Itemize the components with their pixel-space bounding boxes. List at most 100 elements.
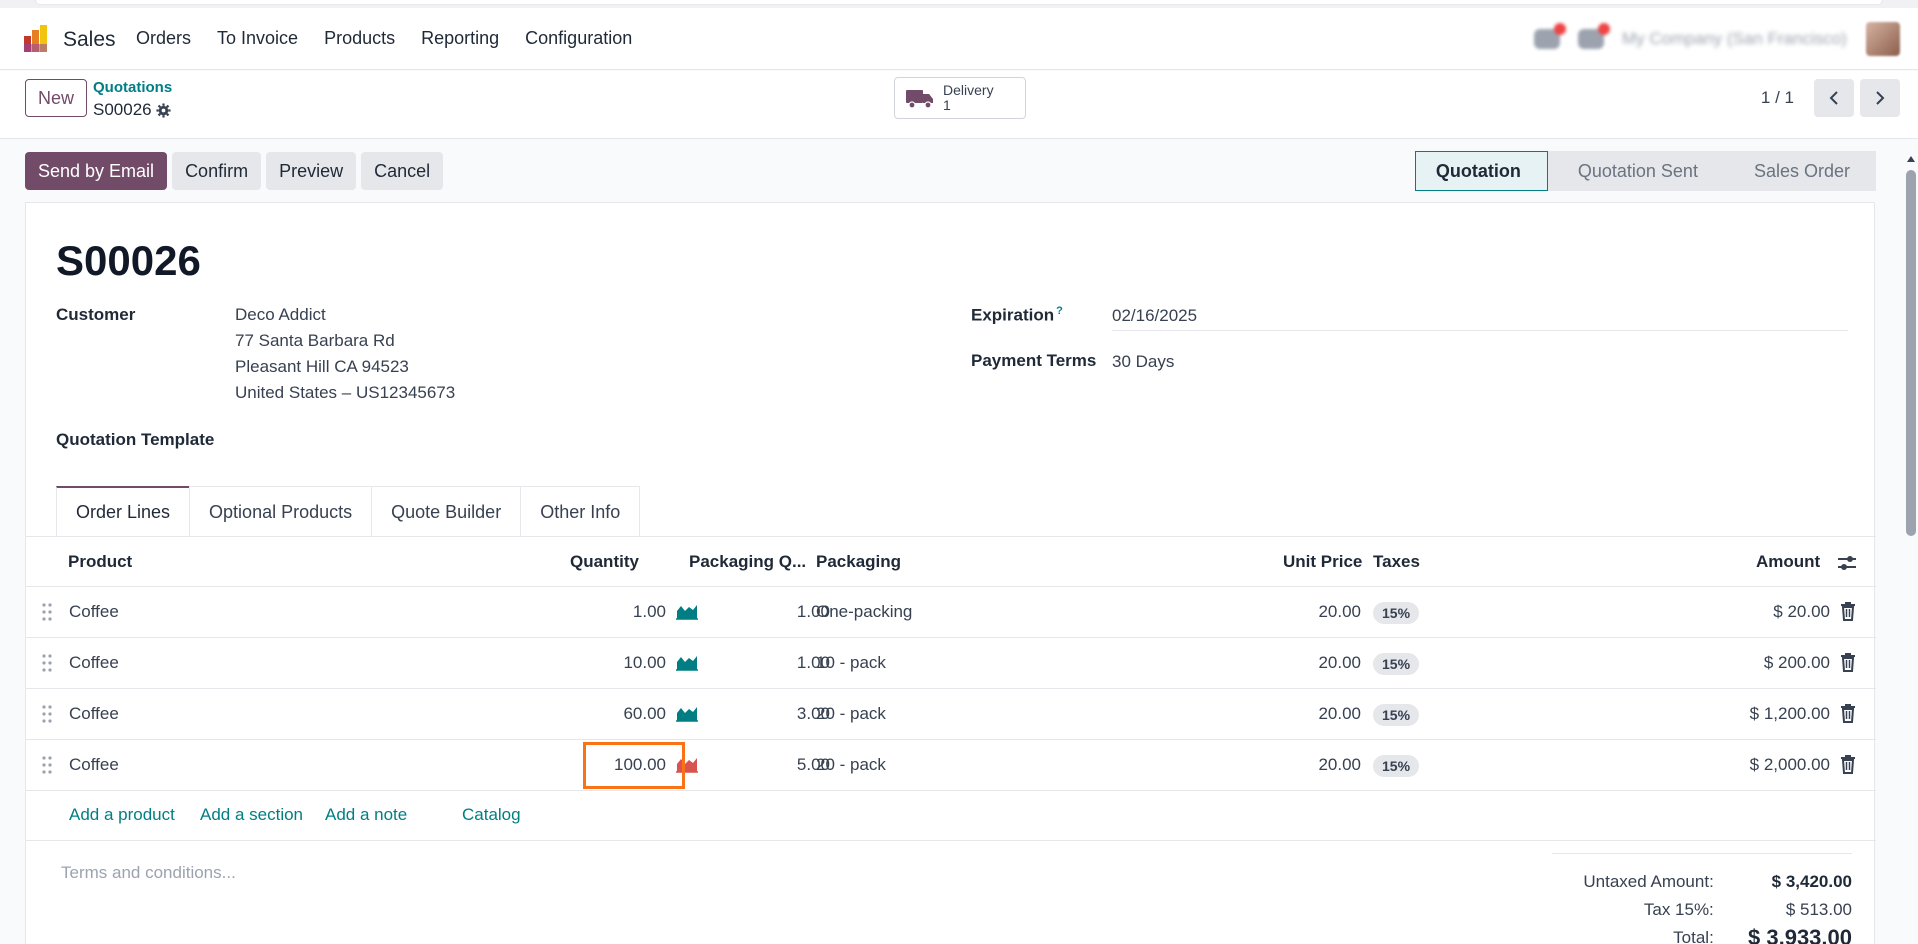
add-note-link[interactable]: Add a note (325, 805, 407, 825)
tax-badge[interactable]: 15% (1373, 755, 1420, 777)
cancel-button[interactable]: Cancel (361, 152, 444, 190)
stage-quotation-sent[interactable]: Quotation Sent (1547, 151, 1724, 191)
app-name[interactable]: Sales (63, 28, 116, 52)
tax-badge[interactable]: 15% (1373, 704, 1420, 726)
cell-product[interactable]: Coffee (69, 755, 119, 775)
pager-previous-button[interactable] (1814, 79, 1854, 117)
col-packaging-qty[interactable]: Packaging Q... (689, 552, 806, 572)
systray: My Company (San Francisco) (1534, 22, 1900, 56)
main-menu: Orders To Invoice Products Reporting Con… (136, 28, 658, 49)
add-line-row: Add a product Add a section Add a note C… (26, 791, 1876, 841)
cell-product[interactable]: Coffee (69, 602, 119, 622)
menu-configuration[interactable]: Configuration (525, 28, 632, 49)
stage-quotation[interactable]: Quotation (1414, 151, 1548, 191)
cell-packaging[interactable]: One-packing (816, 602, 912, 622)
cell-unit-price[interactable]: 20.00 (1236, 755, 1361, 775)
send-by-email-button[interactable]: Send by Email (25, 152, 168, 190)
cell-product[interactable]: Coffee (69, 653, 119, 673)
customer-field[interactable]: Deco Addict 77 Santa Barbara Rd Pleasant… (235, 302, 455, 406)
cell-quantity[interactable]: 60.00 (566, 704, 666, 724)
catalog-button[interactable]: Catalog (462, 805, 521, 825)
trash-icon[interactable] (1840, 754, 1856, 774)
gear-icon[interactable] (156, 102, 171, 118)
tax-badge[interactable]: 15% (1373, 602, 1420, 624)
sales-app-logo-icon[interactable] (22, 24, 52, 54)
forecast-chart-icon[interactable] (676, 602, 698, 620)
table-row[interactable]: Coffee 1.00 1.00 One-packing 20.00 15% $ 20.00 (26, 587, 1876, 638)
company-switcher[interactable]: My Company (San Francisco) (1622, 29, 1848, 49)
customer-name: Deco Addict (235, 305, 326, 324)
stage-sales-order[interactable]: Sales Order (1723, 151, 1876, 191)
col-amount[interactable]: Amount (1756, 552, 1820, 572)
tab-order-lines[interactable]: Order Lines (56, 486, 191, 537)
table-row[interactable]: Coffee 100.00 5.00 20 - pack 20.00 15% $ 2,000… (26, 740, 1876, 791)
add-product-link[interactable]: Add a product (69, 805, 175, 825)
col-packaging[interactable]: Packaging (816, 552, 901, 572)
forecast-chart-icon[interactable] (676, 653, 698, 671)
terms-and-conditions-field[interactable]: Terms and conditions... (61, 863, 236, 883)
tab-optional-products[interactable]: Optional Products (189, 486, 373, 537)
trash-icon[interactable] (1840, 652, 1856, 672)
add-section-link[interactable]: Add a section (200, 805, 303, 825)
delivery-smart-button[interactable]: Delivery 1 (894, 77, 1026, 119)
preview-button[interactable]: Preview (266, 152, 357, 190)
expiration-field[interactable]: 02/16/2025 (1112, 303, 1197, 329)
cell-packaging[interactable]: 10 - pack (816, 653, 886, 673)
cell-packaging-qty[interactable]: 1.00 (706, 653, 830, 673)
menu-reporting[interactable]: Reporting (421, 28, 499, 49)
table-row[interactable]: Coffee 10.00 1.00 10 - pack 20.00 15% $ 200.00 (26, 638, 1876, 689)
new-button[interactable]: New (25, 79, 87, 117)
cell-amount: $ 200.00 (1763, 653, 1830, 672)
cell-quantity[interactable]: 10.00 (566, 653, 666, 673)
user-avatar[interactable] (1866, 22, 1900, 56)
menu-orders[interactable]: Orders (136, 28, 191, 49)
tab-quote-builder[interactable]: Quote Builder (371, 486, 522, 537)
cell-unit-price[interactable]: 20.00 (1236, 602, 1361, 622)
optional-columns-icon[interactable] (1837, 554, 1857, 572)
drag-handle-icon[interactable] (42, 603, 52, 621)
cell-unit-price[interactable]: 20.00 (1236, 704, 1361, 724)
menu-products[interactable]: Products (324, 28, 395, 49)
delivery-count: 1 (943, 97, 951, 113)
pager-next-button[interactable] (1860, 79, 1900, 117)
pager-value[interactable]: 1 / 1 (1761, 88, 1794, 108)
breadcrumb-quotations[interactable]: Quotations (93, 79, 172, 96)
confirm-button[interactable]: Confirm (172, 152, 262, 190)
payment-terms-field[interactable]: 30 Days (1112, 349, 1174, 375)
drag-handle-icon[interactable] (42, 756, 52, 774)
menu-to-invoice[interactable]: To Invoice (217, 28, 298, 49)
total-row: Total: $ 3,933.00 (1552, 924, 1852, 944)
tax-label: Tax 15%: (1643, 900, 1714, 919)
scroll-up-icon[interactable] (1906, 154, 1916, 164)
cell-quantity[interactable]: 1.00 (566, 602, 666, 622)
form-sheet: S00026 Customer Deco Addict 77 Santa Bar… (25, 202, 1876, 944)
tax-row: Tax 15%: $ 513.00 (1552, 896, 1852, 924)
messaging-icon[interactable] (1534, 23, 1566, 49)
customer-address-line3: United States – US12345673 (235, 383, 456, 402)
col-quantity[interactable]: Quantity (570, 552, 639, 572)
cell-packaging-qty[interactable]: 5.00 (706, 755, 830, 775)
total-value: $ 3,933.00 (1748, 925, 1852, 944)
table-row[interactable]: Coffee 60.00 3.00 20 - pack 20.00 15% $ 1,200.… (26, 689, 1876, 740)
cell-packaging-qty[interactable]: 3.00 (706, 704, 830, 724)
activity-icon[interactable] (1578, 23, 1610, 49)
trash-icon[interactable] (1840, 703, 1856, 723)
cell-packaging[interactable]: 20 - pack (816, 704, 886, 724)
cell-product[interactable]: Coffee (69, 704, 119, 724)
cell-packaging[interactable]: 20 - pack (816, 755, 886, 775)
tax-badge[interactable]: 15% (1373, 653, 1420, 675)
forecast-chart-icon[interactable] (676, 704, 698, 722)
cell-packaging-qty[interactable]: 1.00 (706, 602, 830, 622)
order-lines-table: Product Quantity Packaging Q... Packagin… (26, 537, 1876, 841)
cell-unit-price[interactable]: 20.00 (1236, 653, 1361, 673)
tab-other-info[interactable]: Other Info (520, 486, 641, 537)
scrollbar-thumb[interactable] (1906, 170, 1916, 536)
trash-icon[interactable] (1840, 601, 1856, 621)
col-unit-price[interactable]: Unit Price (1283, 552, 1362, 572)
drag-handle-icon[interactable] (42, 654, 52, 672)
col-taxes[interactable]: Taxes (1373, 552, 1420, 572)
help-tooltip-icon[interactable]: ? (1056, 305, 1063, 317)
col-product[interactable]: Product (68, 552, 132, 572)
drag-handle-icon[interactable] (42, 705, 52, 723)
page-scrollbar[interactable] (1906, 152, 1916, 944)
